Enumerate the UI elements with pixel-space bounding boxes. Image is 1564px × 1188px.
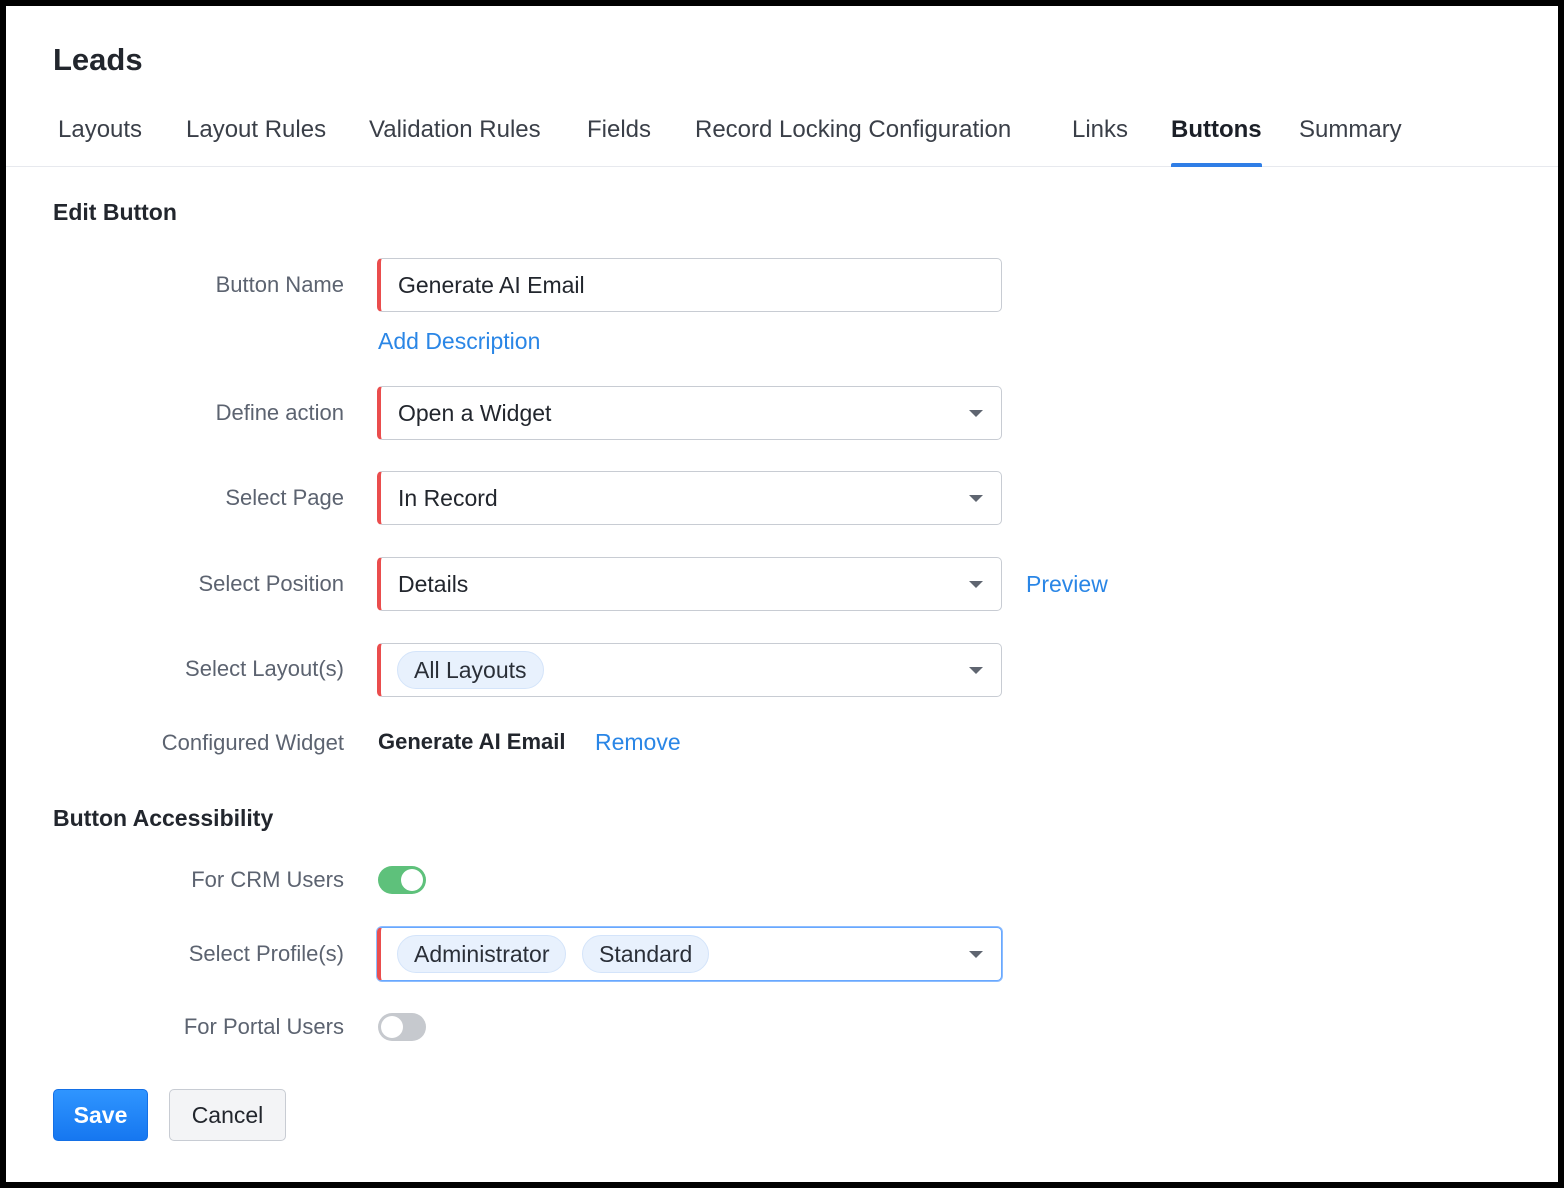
portal-users-label: For Portal Users (183, 1014, 344, 1039)
cancel-button[interactable]: Cancel (169, 1089, 286, 1141)
configured-widget-name: Generate AI Email (378, 729, 566, 754)
select-layouts-select[interactable]: All Layouts (377, 643, 1002, 697)
profile-chip-standard[interactable]: Standard (582, 935, 710, 973)
tab-buttons[interactable]: Buttons (1171, 116, 1262, 167)
button-name-input[interactable]: Generate AI Email (377, 258, 1002, 312)
module-tabs: Layouts Layout Rules Validation Rules Fi… (6, 106, 1558, 167)
page-title: Leads (53, 42, 143, 77)
tab-record-locking-configuration[interactable]: Record Locking Configuration (695, 116, 1011, 167)
toggle-knob (381, 1016, 403, 1038)
chevron-down-icon (969, 581, 983, 588)
define-action-label: Define action (215, 400, 344, 425)
chevron-down-icon (969, 951, 983, 958)
tab-validation-rules[interactable]: Validation Rules (369, 116, 541, 167)
preview-link[interactable]: Preview (1026, 571, 1108, 598)
select-layouts-label: Select Layout(s) (185, 656, 344, 681)
tab-summary[interactable]: Summary (1299, 116, 1402, 167)
portal-users-toggle[interactable] (378, 1013, 426, 1041)
define-action-value: Open a Widget (398, 400, 552, 426)
tab-fields[interactable]: Fields (587, 116, 651, 167)
button-name-value: Generate AI Email (398, 272, 585, 298)
tab-layout-rules[interactable]: Layout Rules (186, 116, 326, 167)
define-action-select[interactable]: Open a Widget (377, 386, 1002, 440)
button-accessibility-heading: Button Accessibility (53, 805, 274, 831)
toggle-knob (401, 869, 423, 891)
select-position-label: Select Position (198, 571, 344, 596)
tab-links[interactable]: Links (1072, 116, 1128, 167)
select-profiles-select[interactable]: Administrator Standard (377, 927, 1002, 981)
select-page-select[interactable]: In Record (377, 471, 1002, 525)
save-button[interactable]: Save (53, 1089, 148, 1141)
chevron-down-icon (969, 495, 983, 502)
settings-page: Leads Layouts Layout Rules Validation Ru… (6, 6, 1558, 1182)
profile-chip-administrator[interactable]: Administrator (397, 935, 567, 973)
select-position-select[interactable]: Details (377, 557, 1002, 611)
edit-button-heading: Edit Button (53, 199, 177, 225)
select-page-label: Select Page (225, 485, 344, 510)
chevron-down-icon (969, 410, 983, 417)
tab-layouts[interactable]: Layouts (58, 116, 142, 167)
chevron-down-icon (969, 667, 983, 674)
button-name-label: Button Name (215, 272, 344, 297)
crm-users-label: For CRM Users (191, 867, 344, 892)
select-profiles-label: Select Profile(s) (188, 941, 344, 966)
crm-users-toggle[interactable] (378, 866, 426, 894)
add-description-link[interactable]: Add Description (378, 328, 540, 355)
configured-widget-label: Configured Widget (161, 730, 344, 755)
remove-widget-link[interactable]: Remove (595, 729, 681, 756)
select-position-value: Details (398, 571, 469, 597)
select-page-value: In Record (398, 485, 498, 511)
layout-chip[interactable]: All Layouts (397, 651, 544, 689)
